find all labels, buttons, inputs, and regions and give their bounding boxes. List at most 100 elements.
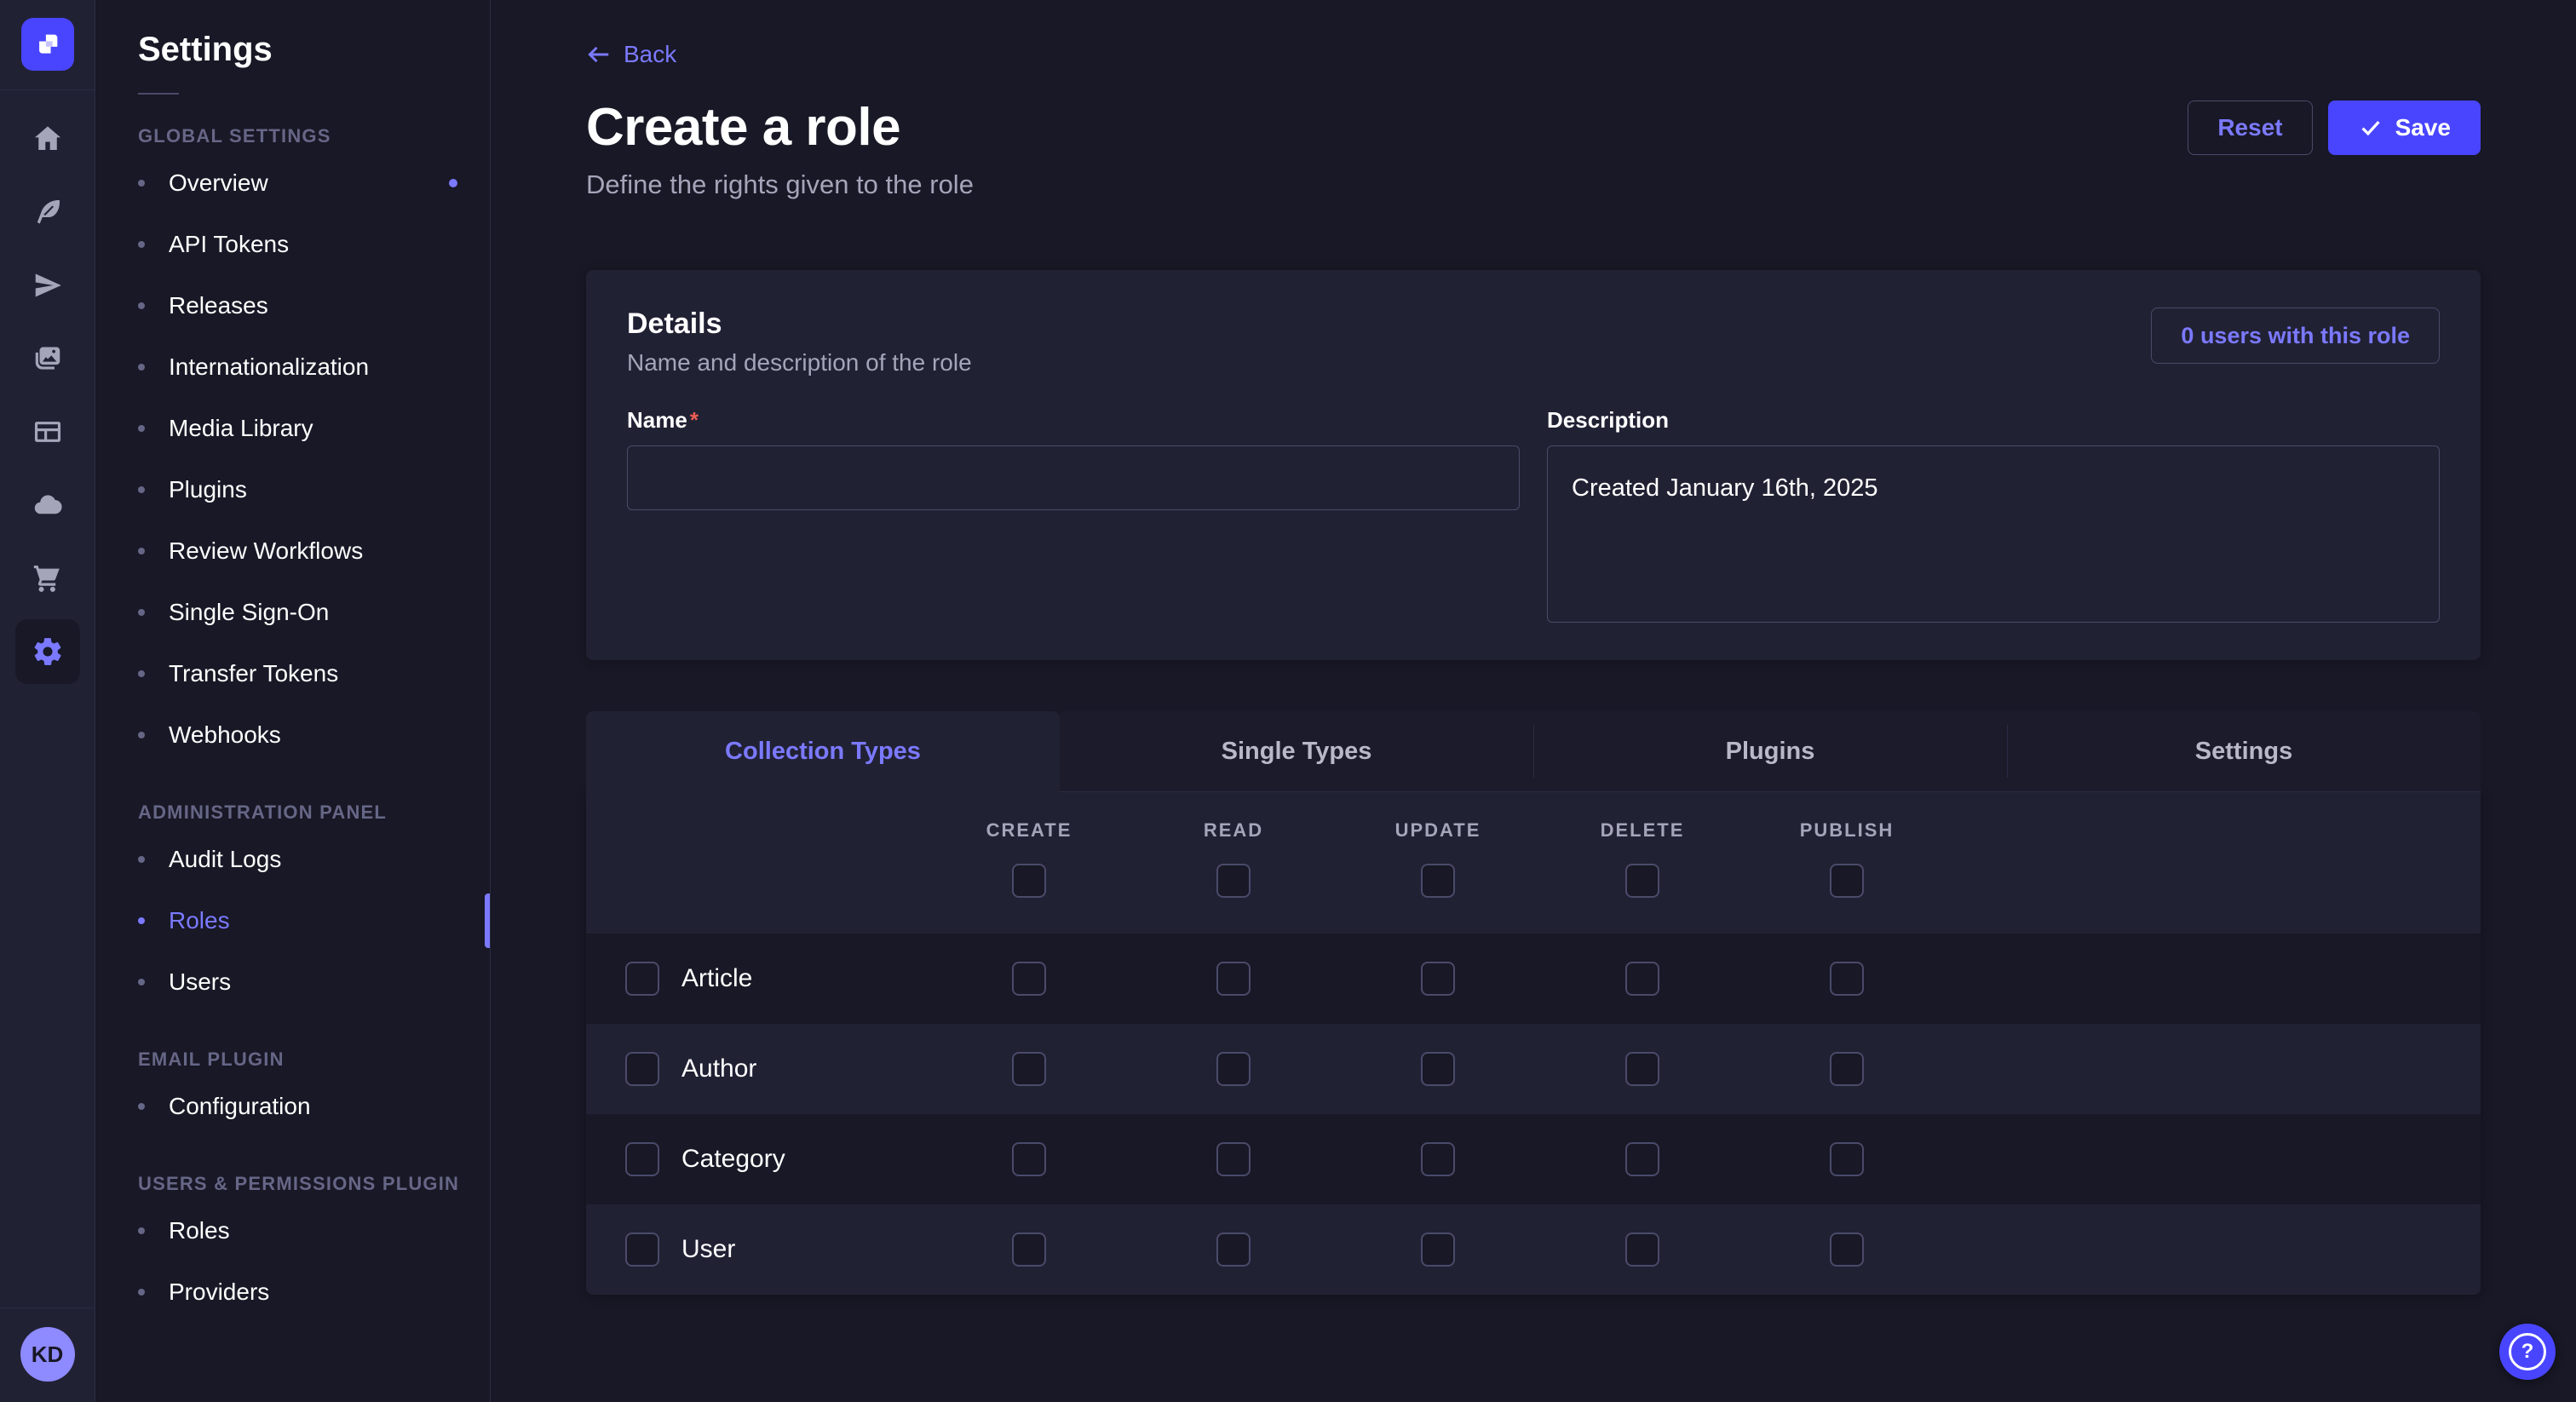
checkbox-all-create[interactable] [1012,864,1046,898]
sidebar-item-plugins[interactable]: Plugins [95,459,490,520]
checkbox-article-delete[interactable] [1625,962,1659,996]
column-create: CREATE [927,819,1131,898]
checkbox-article-publish[interactable] [1830,962,1864,996]
save-button[interactable]: Save [2328,101,2481,155]
sidebar-item-providers[interactable]: Providers [95,1261,490,1323]
user-avatar[interactable]: KD [20,1327,75,1382]
bullet-icon [138,732,145,738]
sidebar-item-label: Users [169,968,231,996]
name-field-group: Name* [627,407,1520,623]
settings-icon[interactable] [15,619,80,684]
permissions-tabs: Collection Types Single Types Plugins Se… [586,711,2481,792]
checkbox-user-read[interactable] [1216,1232,1251,1267]
checkbox-user-create[interactable] [1012,1232,1046,1267]
checkbox-user-select[interactable] [625,1232,659,1267]
sidebar-item-label: Overview [169,170,268,197]
cell [1336,1142,1540,1176]
sidebar-item-overview[interactable]: Overview [95,152,490,214]
sidebar-item-label: Releases [169,292,268,319]
description-textarea[interactable]: Created January 16th, 2025 [1547,445,2440,623]
sidebar-title: Settings [138,31,490,69]
cell [1131,962,1336,996]
sidebar-item-webhooks[interactable]: Webhooks [95,704,490,766]
cell [1540,1142,1745,1176]
table-row-category: Category [586,1114,2481,1204]
tab-settings[interactable]: Settings [2007,711,2481,792]
sidebar-item-label: Plugins [169,476,247,503]
tab-collection-types[interactable]: Collection Types [586,711,1060,792]
sidebar-item-transfer-tokens[interactable]: Transfer Tokens [95,643,490,704]
tab-plugins[interactable]: Plugins [1533,711,2007,792]
checkbox-author-publish[interactable] [1830,1052,1864,1086]
cloud-icon[interactable] [11,468,84,542]
row-name-cell: User [586,1232,927,1267]
checkbox-author-read[interactable] [1216,1052,1251,1086]
details-subtitle: Name and description of the role [627,349,972,376]
cell [927,1142,1131,1176]
sidebar-item-roles-up[interactable]: Roles [95,1200,490,1261]
checkbox-category-create[interactable] [1012,1142,1046,1176]
tab-divider [2007,725,2008,778]
checkbox-article-create[interactable] [1012,962,1046,996]
help-button[interactable]: ? [2499,1324,2556,1380]
send-icon[interactable] [11,249,84,322]
layout-glyph [32,416,64,448]
main-content: Back Create a role Reset Save Define the… [491,0,2576,1402]
strapi-logo-icon[interactable] [21,18,74,71]
checkbox-author-delete[interactable] [1625,1052,1659,1086]
description-label: Description [1547,407,1669,434]
sidebar-title-divider [138,93,179,95]
sidebar-item-label: Audit Logs [169,846,281,873]
cell [1745,1142,1949,1176]
row-name-cell: Author [586,1052,927,1086]
checkbox-category-delete[interactable] [1625,1142,1659,1176]
checkbox-article-read[interactable] [1216,962,1251,996]
checkbox-user-update[interactable] [1421,1232,1455,1267]
media-library-icon[interactable] [11,322,84,395]
back-arrow-icon [586,42,612,67]
sidebar-item-roles-admin[interactable]: Roles [95,890,490,951]
checkbox-category-select[interactable] [625,1142,659,1176]
checkbox-all-update[interactable] [1421,864,1455,898]
sidebar-item-single-sign-on[interactable]: Single Sign-On [95,582,490,643]
checkbox-category-read[interactable] [1216,1142,1251,1176]
bullet-icon [138,917,145,924]
sidebar-item-review-workflows[interactable]: Review Workflows [95,520,490,582]
sidebar-item-audit-logs[interactable]: Audit Logs [95,829,490,890]
checkbox-all-read[interactable] [1216,864,1251,898]
checkbox-user-delete[interactable] [1625,1232,1659,1267]
back-link[interactable]: Back [586,41,676,68]
checkbox-author-update[interactable] [1421,1052,1455,1086]
checkbox-article-select[interactable] [625,962,659,996]
tab-single-types[interactable]: Single Types [1060,711,1533,792]
column-update-label: UPDATE [1395,819,1481,842]
checkbox-category-publish[interactable] [1830,1142,1864,1176]
row-label: User [681,1235,735,1264]
checkbox-user-publish[interactable] [1830,1232,1864,1267]
marketplace-icon[interactable] [11,542,84,615]
sidebar-item-users[interactable]: Users [95,951,490,1013]
name-input[interactable] [627,445,1520,510]
reset-button[interactable]: Reset [2188,101,2312,155]
cell [1540,1232,1745,1267]
checkbox-article-update[interactable] [1421,962,1455,996]
checkbox-category-update[interactable] [1421,1142,1455,1176]
cell [1131,1052,1336,1086]
sidebar-item-internationalization[interactable]: Internationalization [95,336,490,398]
sidebar-item-label: Roles [169,907,230,934]
checkbox-all-publish[interactable] [1830,864,1864,898]
cell [1745,1052,1949,1086]
sidebar-item-label: Providers [169,1278,269,1306]
sidebar-item-api-tokens[interactable]: API Tokens [95,214,490,275]
home-icon[interactable] [11,102,84,175]
content-builder-icon[interactable] [11,175,84,249]
sidebar-item-label: Configuration [169,1093,311,1120]
sidebar-item-configuration[interactable]: Configuration [95,1076,490,1137]
checkbox-all-delete[interactable] [1625,864,1659,898]
checkbox-author-create[interactable] [1012,1052,1046,1086]
content-manager-icon[interactable] [11,395,84,468]
sidebar-item-releases[interactable]: Releases [95,275,490,336]
checkbox-author-select[interactable] [625,1052,659,1086]
users-with-role-button[interactable]: 0 users with this role [2151,307,2440,364]
sidebar-item-media-library[interactable]: Media Library [95,398,490,459]
